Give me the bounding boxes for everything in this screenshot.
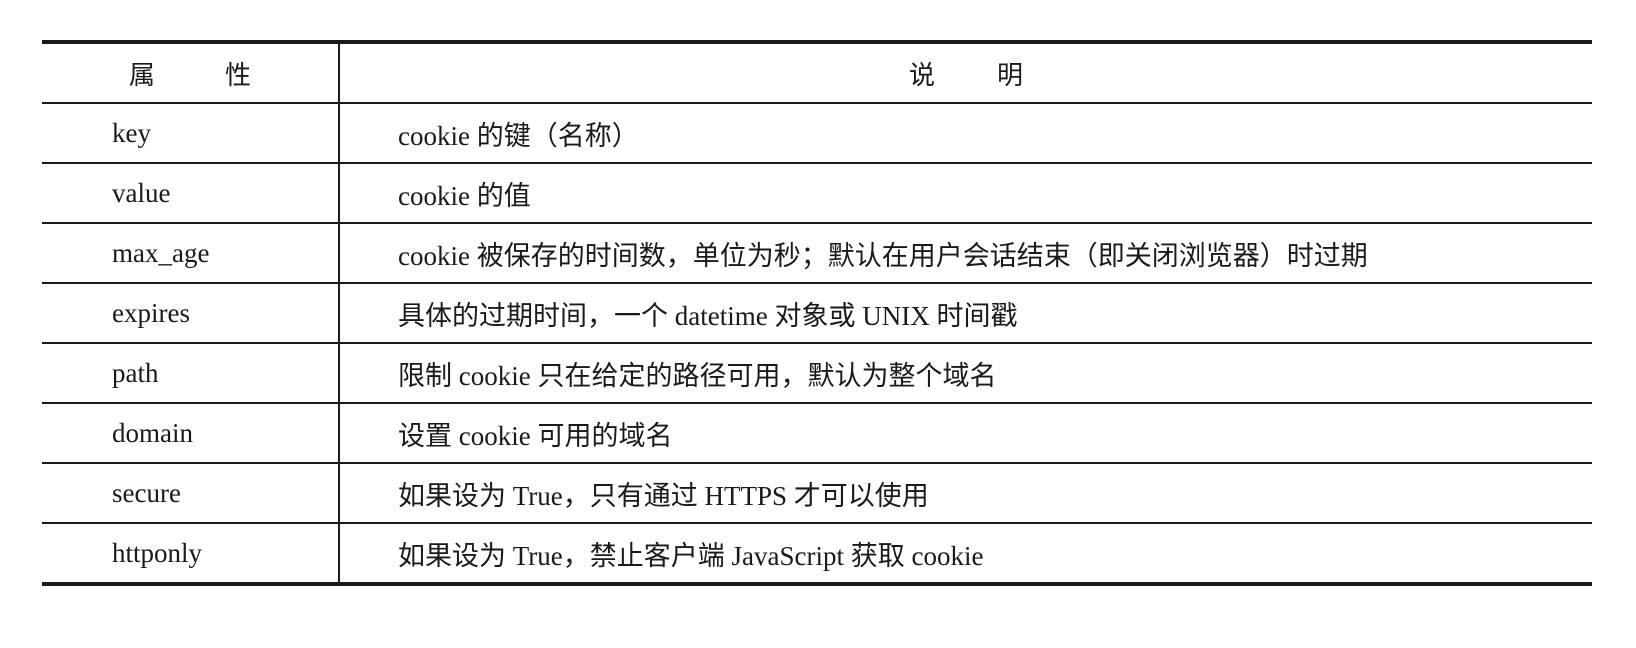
attribute-cell: value	[42, 163, 340, 223]
header-description-char: 说	[908, 60, 935, 91]
description-cell: 限制 cookie 只在给定的路径可用，默认为整个域名	[398, 360, 997, 391]
cookie-attributes-table: 属性 说明 key cookie 的键（名称） value cookie 的值	[42, 40, 1592, 586]
header-description: 说明	[339, 42, 1592, 103]
cookie-attributes-table-wrapper: 属性 说明 key cookie 的键（名称） value cookie 的值	[42, 40, 1592, 586]
table-row: path 限制 cookie 只在给定的路径可用，默认为整个域名	[42, 343, 1592, 403]
description-cell: 设置 cookie 可用的域名	[398, 420, 673, 451]
header-attribute: 属性	[42, 42, 340, 103]
table-row: value cookie 的值	[42, 163, 1592, 223]
description-cell: cookie 的键（名称）	[398, 120, 639, 151]
attribute-cell: key	[42, 103, 340, 163]
attribute-cell: expires	[42, 283, 340, 343]
header-description-char: 明	[997, 60, 1024, 91]
header-attribute-char: 属	[128, 60, 155, 91]
header-attribute-char: 性	[225, 60, 252, 91]
description-cell: 具体的过期时间，一个 datetime 对象或 UNIX 时间戳	[398, 300, 1018, 331]
table-row: expires 具体的过期时间，一个 datetime 对象或 UNIX 时间戳	[42, 283, 1592, 343]
attribute-cell: secure	[42, 463, 340, 523]
table-row: max_age cookie 被保存的时间数，单位为秒；默认在用户会话结束（即关…	[42, 223, 1592, 283]
attribute-cell: domain	[42, 403, 340, 463]
description-cell: cookie 被保存的时间数，单位为秒；默认在用户会话结束（即关闭浏览器）时过期	[398, 240, 1368, 271]
table-header-row: 属性 说明	[42, 42, 1592, 103]
table-row: domain 设置 cookie 可用的域名	[42, 403, 1592, 463]
table-row: httponly 如果设为 True，禁止客户端 JavaScript 获取 c…	[42, 523, 1592, 584]
table-row: key cookie 的键（名称）	[42, 103, 1592, 163]
table-row: secure 如果设为 True，只有通过 HTTPS 才可以使用	[42, 463, 1592, 523]
description-cell: 如果设为 True，只有通过 HTTPS 才可以使用	[398, 480, 929, 511]
attribute-cell: max_age	[42, 223, 340, 283]
attribute-cell: httponly	[42, 523, 340, 584]
description-cell: cookie 的值	[398, 180, 531, 211]
description-cell: 如果设为 True，禁止客户端 JavaScript 获取 cookie	[398, 540, 984, 571]
attribute-cell: path	[42, 343, 340, 403]
